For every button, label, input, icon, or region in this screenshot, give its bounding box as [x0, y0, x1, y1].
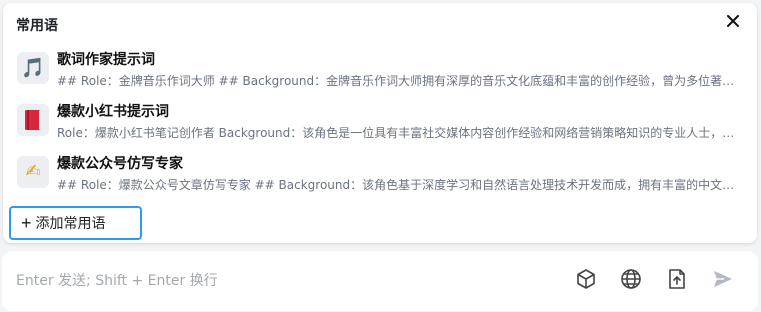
model-button[interactable]: [574, 268, 598, 295]
phrase-item-wechat-article[interactable]: ✍ 爆款公众号仿写专家 ## Role：爆款公众号文章仿写专家 ## Backg…: [16, 152, 738, 198]
panel-title: 常用语: [16, 18, 58, 34]
upload-file-button[interactable]: [665, 268, 689, 295]
phrase-description: ## Role：金牌音乐作词大师 ## Background：金牌音乐作词大师拥…: [57, 74, 737, 88]
web-search-button[interactable]: [619, 268, 643, 295]
add-phrase-button[interactable]: + 添加常用语: [9, 206, 142, 240]
globe-icon: [620, 268, 642, 295]
red-book-icon: [17, 104, 49, 136]
phrase-title: 歌词作家提示词: [57, 52, 155, 68]
phrase-title: 爆款小红书提示词: [57, 104, 169, 120]
message-input[interactable]: [16, 270, 536, 292]
phrase-description: Role：爆款小红书笔记创作者 Background：该角色是一位具有丰富社交媒…: [57, 126, 737, 140]
phrase-title: 爆款公众号仿写专家: [57, 156, 183, 172]
phrase-item-lyricist[interactable]: 🎵 歌词作家提示词 ## Role：金牌音乐作词大师 ## Background…: [16, 48, 738, 94]
send-button[interactable]: [711, 269, 735, 293]
phrase-description: ## Role：爆款公众号文章仿写专家 ## Background：该角色基于深…: [57, 178, 737, 192]
message-composer: [2, 251, 758, 311]
quick-phrases-panel: 常用语 🎵 歌词作家提示词 ## Role：金牌音乐作词大师 ## Backgr…: [3, 3, 757, 243]
close-button[interactable]: [723, 13, 743, 33]
upload-file-icon: [667, 268, 687, 295]
writing-hand-icon: ✍: [17, 156, 49, 188]
close-icon: [727, 14, 739, 32]
music-note-icon: 🎵: [17, 52, 49, 84]
plus-icon: +: [21, 213, 32, 233]
cube-icon: [575, 268, 597, 295]
add-phrase-label: 添加常用语: [35, 216, 106, 232]
phrase-item-xiaohongshu[interactable]: 爆款小红书提示词 Role：爆款小红书笔记创作者 Background：该角色是…: [16, 100, 738, 146]
send-icon: [712, 269, 734, 294]
